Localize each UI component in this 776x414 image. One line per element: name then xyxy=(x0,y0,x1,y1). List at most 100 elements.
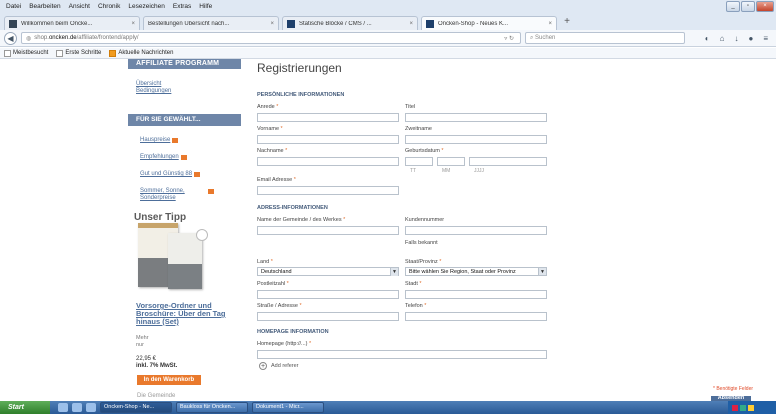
stadt-field[interactable] xyxy=(405,290,547,299)
navigation-bar: ◀ ◍ shop. oncken.de/affiliate/frontend/ap… xyxy=(0,30,776,47)
required-mark: * xyxy=(308,341,312,347)
menu-chronik[interactable]: Chronik xyxy=(98,3,120,10)
site-favicon-icon xyxy=(287,19,295,28)
addon-icon[interactable]: ● xyxy=(748,34,753,43)
plz-field[interactable] xyxy=(257,290,399,299)
required-mark: * xyxy=(280,126,283,132)
menu-bearbeiten[interactable]: Bearbeiten xyxy=(29,3,60,10)
birth-year-field[interactable] xyxy=(469,157,547,166)
close-tab-icon[interactable]: × xyxy=(270,21,274,27)
reload-icon[interactable]: ▿ ↻ xyxy=(504,35,514,42)
home-icon[interactable]: ⌂ xyxy=(720,34,725,43)
site-favicon-icon xyxy=(426,19,434,28)
registration-form: Registrierungen PERSÖNLICHE INFORMATIONE… xyxy=(253,59,553,401)
land-select[interactable]: Deutschland ▼ xyxy=(257,267,399,276)
zweitname-field[interactable] xyxy=(405,135,547,144)
tab-oncken-shop[interactable]: Oncken-Shop - Neues K... × xyxy=(421,16,557,30)
close-icon[interactable]: × xyxy=(756,1,774,12)
staat-select[interactable]: Bitte wählen Sie Region, Staat oder Prov… xyxy=(405,267,547,276)
telefon-label: Telefon * xyxy=(405,303,426,309)
product-image[interactable] xyxy=(138,221,218,291)
offer-empfehlungen[interactable]: Empfehlungen xyxy=(140,154,241,161)
more-label[interactable]: Mehr xyxy=(136,335,149,342)
add-referer-button[interactable]: + Add referer xyxy=(259,362,299,370)
section-homepage-heading: HOMEPAGE INFORMATION xyxy=(257,329,329,335)
task-baukloss[interactable]: Baukloss für Oncken... xyxy=(176,402,248,413)
tray-icon[interactable] xyxy=(748,404,754,411)
media-icon[interactable] xyxy=(86,403,96,412)
start-button[interactable]: Start xyxy=(0,401,50,414)
menu-hilfe[interactable]: Hilfe xyxy=(199,3,212,10)
tab-willkommen[interactable]: Willkommen beim Oncke... × xyxy=(4,16,140,30)
falls-bekannt-hint: Falls bekannt xyxy=(405,240,438,246)
titel-field[interactable] xyxy=(405,113,547,122)
add-to-cart-button[interactable]: In den Warenkorb xyxy=(137,375,201,385)
close-tab-icon[interactable]: × xyxy=(409,21,413,27)
download-icon[interactable]: ↓ xyxy=(734,34,738,43)
homepage-field[interactable] xyxy=(257,350,547,359)
menu-icon[interactable]: ≡ xyxy=(763,34,768,43)
stadt-label: Stadt * xyxy=(405,281,422,287)
vorname-field[interactable] xyxy=(257,135,399,144)
tray-icon[interactable] xyxy=(732,404,738,411)
nachname-field[interactable] xyxy=(257,157,399,166)
offer-sommer[interactable]: Sommer, Sonne, Sonderpreise xyxy=(140,188,241,202)
email-field[interactable] xyxy=(257,186,399,195)
telefon-field[interactable] xyxy=(405,312,547,321)
page-icon xyxy=(56,49,64,57)
url-bar[interactable]: ◍ shop. oncken.de/affiliate/frontend/appl… xyxy=(21,32,521,44)
product-sticker xyxy=(196,229,208,241)
search-input[interactable]: ⌕ Suchen xyxy=(525,32,685,44)
strasse-field[interactable] xyxy=(257,312,399,321)
homepage-text: Homepage (http://...) xyxy=(257,341,308,347)
new-tab-button[interactable]: + xyxy=(560,16,574,30)
tray-icon[interactable] xyxy=(740,404,746,411)
page-title: Registrierungen xyxy=(257,61,342,75)
bookmark-erste-schritte[interactable]: Erste Schritte xyxy=(56,49,102,57)
sidebar-link-uebersicht[interactable]: Übersicht xyxy=(136,81,241,88)
offer-gut-und-guenstig[interactable]: Gut und Günstig 88 xyxy=(140,171,241,178)
browser-icon[interactable] xyxy=(72,403,82,412)
pocket-icon[interactable]: ◐ xyxy=(705,34,710,43)
close-tab-icon[interactable]: × xyxy=(548,21,552,27)
staat-label: Staat/Provinz * xyxy=(405,259,441,265)
product-title-link[interactable]: Vorsorge-Ordner und Broschüre: Über den … xyxy=(136,302,246,326)
arrow-badge-icon xyxy=(208,189,214,194)
explorer-icon[interactable] xyxy=(58,403,68,412)
sidebar-link-bedingungen[interactable]: Bedingungen xyxy=(136,88,241,95)
close-tab-icon[interactable]: × xyxy=(131,21,135,27)
site-favicon-icon xyxy=(9,19,17,28)
anrede-field[interactable] xyxy=(257,113,399,122)
geburtsdatum-label: Geburtsdatum * xyxy=(405,148,444,154)
bookmark-aktuelle-nachrichten[interactable]: Aktuelle Nachrichten xyxy=(109,49,173,57)
gemeinde-field[interactable] xyxy=(257,226,399,235)
strasse-text: Straße / Adresse xyxy=(257,303,298,309)
required-mark: * xyxy=(419,281,422,287)
bookmark-meistbesucht[interactable]: Meistbesucht xyxy=(4,49,48,57)
maximize-icon[interactable]: ▫ xyxy=(741,1,755,12)
tab-bar: Willkommen beim Oncke... × Bestellungen … xyxy=(0,13,776,30)
tab-bestellungen[interactable]: Bestellungen Übersicht nach... × xyxy=(143,16,279,30)
task-oncken-shop[interactable]: Oncken-Shop - Ne... xyxy=(100,402,172,413)
telefon-text: Telefon xyxy=(405,303,423,309)
offer-label: Sommer, Sonne, Sonderpreise xyxy=(140,188,185,201)
offer-label: Gut und Günstig 88 xyxy=(140,171,193,177)
menu-datei[interactable]: Datei xyxy=(6,3,21,10)
year-hint: JJJJ xyxy=(474,168,484,174)
offer-hauspreise[interactable]: Hauspreise xyxy=(140,137,241,144)
back-icon[interactable]: ◀ xyxy=(4,31,17,45)
menu-lesezeichen[interactable]: Lesezeichen xyxy=(128,3,165,10)
tab-statische-bloecke[interactable]: Statische Blöcke / CMS / ... × xyxy=(282,16,418,30)
gemeinde-label: Name der Gemeinde / des Werkes * xyxy=(257,217,345,223)
minimize-icon[interactable]: _ xyxy=(726,1,740,12)
menu-extras[interactable]: Extras xyxy=(173,3,191,10)
birth-day-field[interactable] xyxy=(405,157,433,166)
bookmark-label: Erste Schritte xyxy=(65,50,102,56)
globe-icon: ◍ xyxy=(26,35,32,42)
book-cover-2 xyxy=(168,233,202,289)
birth-month-field[interactable] xyxy=(437,157,465,166)
sidebar-bottom-label: Die Gemeinde xyxy=(137,393,176,399)
task-dokument1[interactable]: Dokument1 - Micr... xyxy=(252,402,324,413)
kundennummer-field[interactable] xyxy=(405,226,547,235)
menu-ansicht[interactable]: Ansicht xyxy=(69,3,90,10)
